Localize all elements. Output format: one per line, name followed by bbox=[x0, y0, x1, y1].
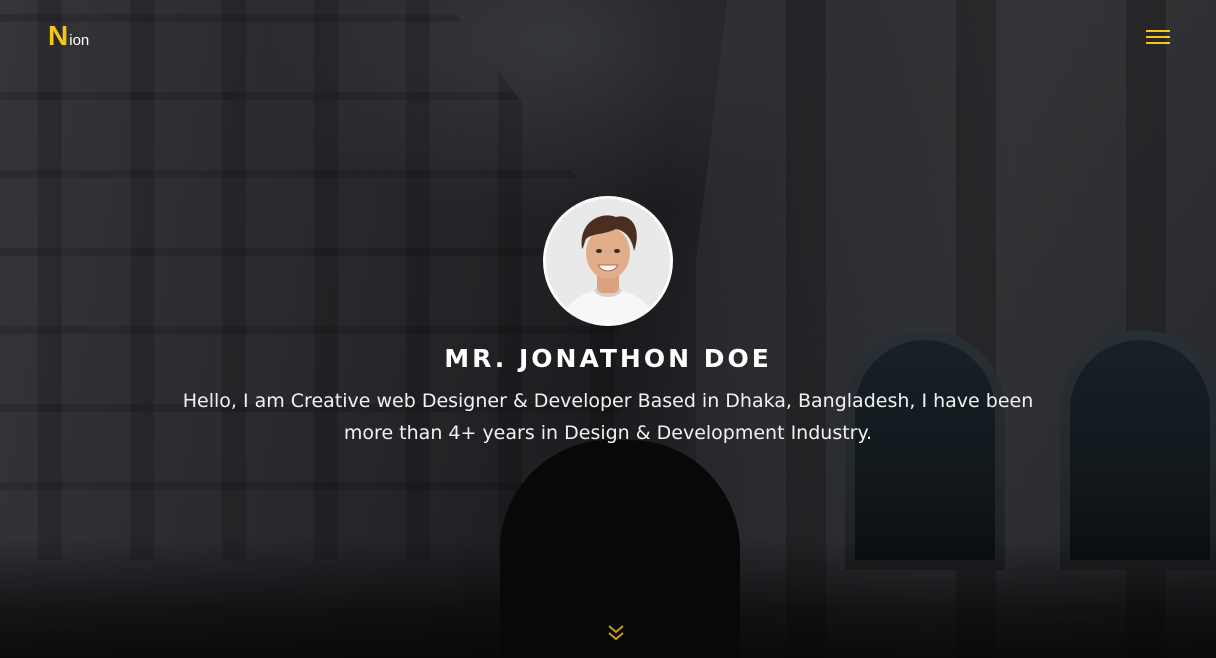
hero-section: N ion MR. JONATHON DOE Hello, I am Creat… bbox=[0, 0, 1216, 658]
profile-name: MR. JONATHON DOE bbox=[444, 344, 772, 373]
menu-line bbox=[1146, 30, 1170, 32]
menu-line bbox=[1146, 42, 1170, 44]
avatar bbox=[543, 196, 673, 326]
logo-mark: N bbox=[48, 20, 69, 51]
hamburger-menu-icon[interactable] bbox=[1144, 27, 1172, 47]
profile-bio: Hello, I am Creative web Designer & Deve… bbox=[182, 390, 1034, 444]
double-chevron-down-icon[interactable] bbox=[605, 622, 627, 644]
menu-line bbox=[1146, 36, 1170, 38]
intro-content: MR. JONATHON DOE Hello, I am Creative we… bbox=[0, 196, 1216, 449]
logo-text: ion bbox=[69, 32, 90, 49]
site-logo[interactable]: N ion bbox=[48, 22, 89, 50]
